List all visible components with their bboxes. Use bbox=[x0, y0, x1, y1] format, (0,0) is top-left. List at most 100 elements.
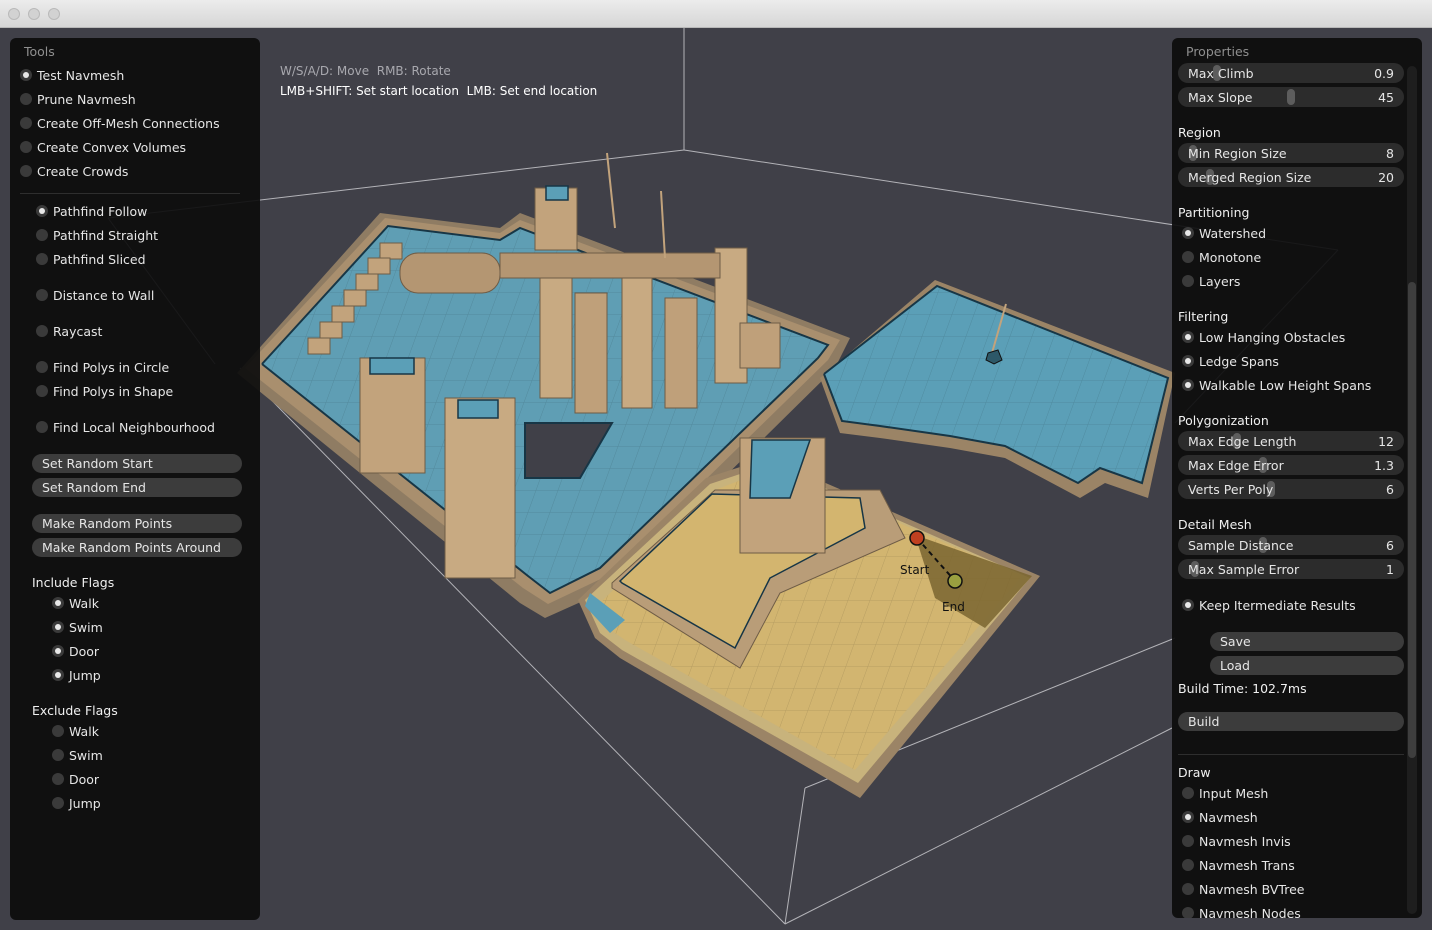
checkbox-icon bbox=[52, 725, 64, 737]
exclude-flag-door[interactable]: Door bbox=[52, 769, 99, 789]
radio-icon bbox=[36, 205, 48, 217]
scrollbar-thumb[interactable] bbox=[1408, 282, 1416, 758]
tools-panel: Tools Test Navmesh Prune Navmesh Create … bbox=[10, 38, 260, 920]
partitioning-monotone[interactable]: Monotone bbox=[1182, 247, 1261, 267]
include-flag-jump[interactable]: Jump bbox=[52, 665, 101, 685]
checkbox-icon bbox=[1182, 355, 1194, 367]
radio-icon bbox=[20, 69, 32, 81]
radio-icon bbox=[1182, 859, 1194, 871]
checkbox-icon bbox=[52, 773, 64, 785]
radio-icon bbox=[36, 253, 48, 265]
set-random-end-button[interactable]: Set Random End bbox=[32, 478, 242, 497]
checkbox-icon bbox=[1182, 379, 1194, 391]
radio-icon bbox=[1182, 883, 1194, 895]
radio-icon bbox=[1182, 907, 1194, 918]
close-window-icon[interactable] bbox=[8, 8, 20, 20]
make-random-points-button[interactable]: Make Random Points bbox=[32, 514, 242, 533]
make-random-points-around-button[interactable]: Make Random Points Around bbox=[32, 538, 242, 557]
radio-icon bbox=[20, 117, 32, 129]
test-find-local-neighbourhood[interactable]: Find Local Neighbourhood bbox=[36, 417, 215, 437]
max-edge-error-slider[interactable]: Max Edge Error 1.3 bbox=[1178, 455, 1404, 475]
filtering-section-title: Filtering bbox=[1178, 309, 1229, 324]
properties-separator bbox=[1178, 754, 1404, 755]
max-slope-slider[interactable]: Max Slope 45 bbox=[1178, 87, 1404, 107]
filter-walkable-low-height-spans[interactable]: Walkable Low Height Spans bbox=[1182, 375, 1371, 395]
radio-icon bbox=[1182, 787, 1194, 799]
test-find-polys-in-shape[interactable]: Find Polys in Shape bbox=[36, 381, 173, 401]
verts-per-poly-slider[interactable]: Verts Per Poly 6 bbox=[1178, 479, 1404, 499]
max-sample-error-slider[interactable]: Max Sample Error 1 bbox=[1178, 559, 1404, 579]
radio-icon bbox=[36, 385, 48, 397]
load-button[interactable]: Load bbox=[1210, 656, 1404, 675]
draw-navmesh-bvtree[interactable]: Navmesh BVTree bbox=[1182, 879, 1304, 899]
radio-icon bbox=[20, 93, 32, 105]
partitioning-watershed[interactable]: Watershed bbox=[1182, 223, 1266, 243]
sample-distance-slider[interactable]: Sample Distance 6 bbox=[1178, 535, 1404, 555]
test-pathfind-follow[interactable]: Pathfind Follow bbox=[36, 201, 147, 221]
test-distance-to-wall[interactable]: Distance to Wall bbox=[36, 285, 154, 305]
filter-ledge-spans[interactable]: Ledge Spans bbox=[1182, 351, 1279, 371]
region-section-title: Region bbox=[1178, 125, 1221, 140]
controls-hint-location: LMB+SHIFT: Set start location LMB: Set e… bbox=[280, 84, 598, 98]
checkbox-icon bbox=[52, 597, 64, 609]
right-terrain-mesh bbox=[820, 280, 1175, 498]
max-edge-length-slider[interactable]: Max Edge Length 12 bbox=[1178, 431, 1404, 451]
draw-navmesh-nodes[interactable]: Navmesh Nodes bbox=[1182, 903, 1301, 918]
radio-icon bbox=[36, 361, 48, 373]
radio-icon bbox=[1182, 227, 1194, 239]
exclude-flag-swim[interactable]: Swim bbox=[52, 745, 103, 765]
merged-region-size-slider[interactable]: Merged Region Size 20 bbox=[1178, 167, 1404, 187]
tools-separator bbox=[20, 193, 240, 194]
draw-input-mesh[interactable]: Input Mesh bbox=[1182, 783, 1268, 803]
include-flag-walk[interactable]: Walk bbox=[52, 593, 99, 613]
radio-icon bbox=[36, 421, 48, 433]
checkbox-icon bbox=[1182, 331, 1194, 343]
draw-navmesh-trans[interactable]: Navmesh Trans bbox=[1182, 855, 1295, 875]
max-climb-slider[interactable]: Max Climb 0.9 bbox=[1178, 63, 1404, 83]
zoom-window-icon[interactable] bbox=[48, 8, 60, 20]
test-find-polys-in-circle[interactable]: Find Polys in Circle bbox=[36, 357, 169, 377]
tool-create-crowds[interactable]: Create Crowds bbox=[20, 161, 128, 181]
partitioning-section-title: Partitioning bbox=[1178, 205, 1250, 220]
test-pathfind-sliced[interactable]: Pathfind Sliced bbox=[36, 249, 146, 269]
partitioning-layers[interactable]: Layers bbox=[1182, 271, 1240, 291]
exclude-flag-jump[interactable]: Jump bbox=[52, 793, 101, 813]
radio-icon bbox=[1182, 835, 1194, 847]
min-region-size-slider[interactable]: Min Region Size 8 bbox=[1178, 143, 1404, 163]
checkbox-icon bbox=[1182, 599, 1194, 611]
properties-scrollbar[interactable] bbox=[1407, 66, 1417, 914]
tool-test-navmesh[interactable]: Test Navmesh bbox=[20, 65, 124, 85]
include-flag-swim[interactable]: Swim bbox=[52, 617, 103, 637]
slider-thumb[interactable] bbox=[1287, 89, 1295, 105]
exclude-flag-walk[interactable]: Walk bbox=[52, 721, 99, 741]
window-titlebar bbox=[0, 0, 1432, 28]
properties-panel: Properties Max Climb 0.9 Max Slope 45 Regi… bbox=[1172, 38, 1422, 918]
radio-icon bbox=[1182, 251, 1194, 263]
tool-create-offmesh-connections[interactable]: Create Off-Mesh Connections bbox=[20, 113, 220, 133]
tool-prune-navmesh[interactable]: Prune Navmesh bbox=[20, 89, 136, 109]
tool-create-convex-volumes[interactable]: Create Convex Volumes bbox=[20, 137, 186, 157]
radio-icon bbox=[1182, 811, 1194, 823]
radio-icon bbox=[36, 325, 48, 337]
radio-icon bbox=[1182, 275, 1194, 287]
polygonization-section-title: Polygonization bbox=[1178, 413, 1269, 428]
radio-icon bbox=[36, 229, 48, 241]
minimize-window-icon[interactable] bbox=[28, 8, 40, 20]
build-button[interactable]: Build bbox=[1178, 712, 1404, 731]
start-marker-label: Start bbox=[900, 563, 930, 577]
end-marker-label: End bbox=[942, 600, 965, 614]
include-flag-door[interactable]: Door bbox=[52, 641, 99, 661]
draw-navmesh-invis[interactable]: Navmesh Invis bbox=[1182, 831, 1291, 851]
keep-intermediate-results-checkbox[interactable]: Keep Itermediate Results bbox=[1182, 595, 1356, 615]
include-flags-title: Include Flags bbox=[32, 575, 115, 590]
filter-low-hanging-obstacles[interactable]: Low Hanging Obstacles bbox=[1182, 327, 1345, 347]
radio-icon bbox=[20, 141, 32, 153]
build-time-text: Build Time: 102.7ms bbox=[1178, 681, 1307, 696]
save-button[interactable]: Save bbox=[1210, 632, 1404, 651]
test-raycast[interactable]: Raycast bbox=[36, 321, 102, 341]
draw-section-title: Draw bbox=[1178, 765, 1211, 780]
set-random-start-button[interactable]: Set Random Start bbox=[32, 454, 242, 473]
test-pathfind-straight[interactable]: Pathfind Straight bbox=[36, 225, 158, 245]
draw-navmesh[interactable]: Navmesh bbox=[1182, 807, 1258, 827]
checkbox-icon bbox=[52, 749, 64, 761]
